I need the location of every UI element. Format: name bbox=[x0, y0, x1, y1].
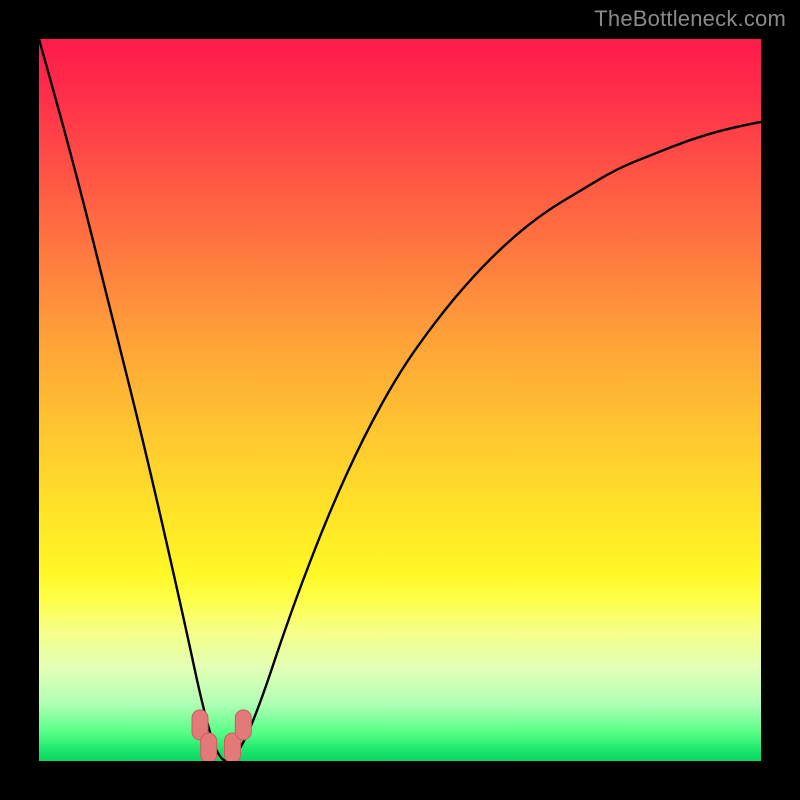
bottleneck-curve-path bbox=[39, 39, 761, 761]
chart-svg bbox=[39, 39, 761, 761]
curve-marker bbox=[201, 733, 217, 761]
chart-frame: TheBottleneck.com bbox=[0, 0, 800, 800]
curve-marker bbox=[235, 710, 251, 740]
watermark-text: TheBottleneck.com bbox=[594, 6, 786, 32]
plot-area bbox=[39, 39, 761, 761]
marker-group bbox=[192, 710, 251, 761]
